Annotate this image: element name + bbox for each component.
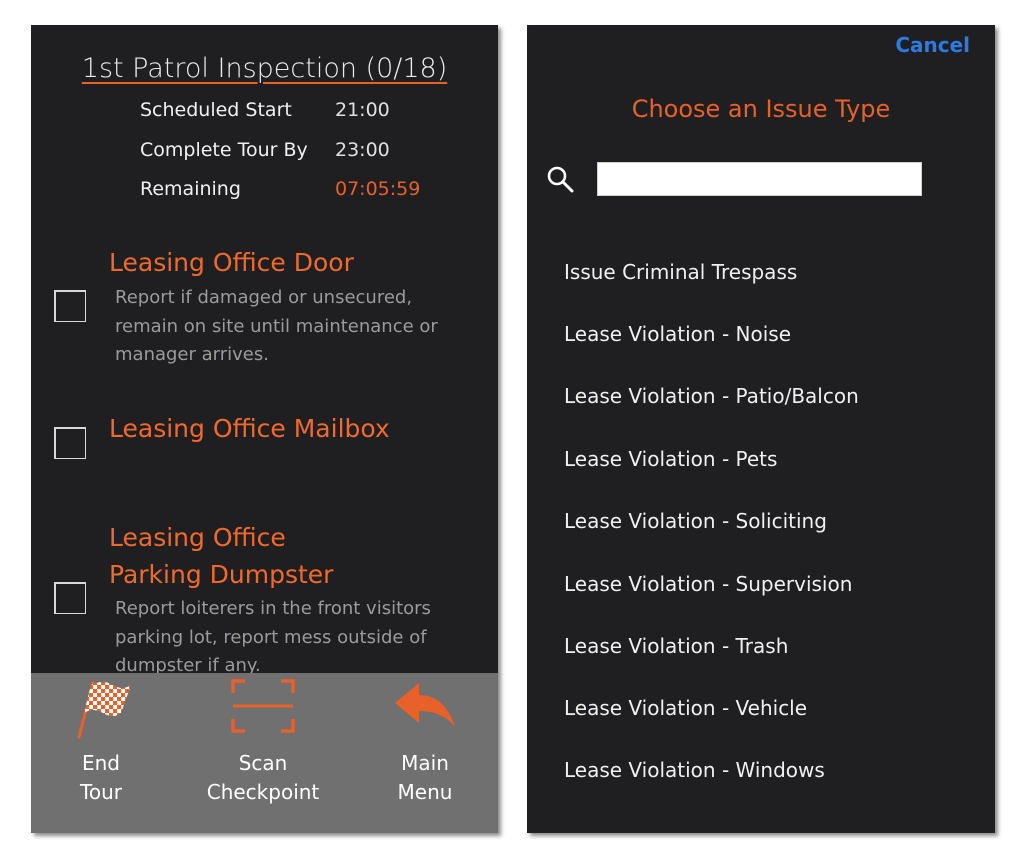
search-input[interactable] [597,162,922,196]
cancel-button[interactable]: Cancel [895,33,970,57]
end-tour-button[interactable]: End Tour [51,673,151,833]
checkpoint-checkbox[interactable] [54,427,86,459]
tour-screen: 1st Patrol Inspection (0/18) Scheduled S… [31,25,498,833]
issue-type-heading: Choose an Issue Type [631,95,891,123]
issue-type-item[interactable]: Lease Violation - Noise [564,322,791,346]
search-icon [546,165,574,197]
checkpoint-title[interactable]: Leasing Office Door [109,244,354,281]
main-menu-label: Main Menu [397,751,453,804]
issue-type-item[interactable]: Lease Violation - Pets [564,447,777,471]
complete-by-value: 23:00 [335,139,390,161]
remaining-label: Remaining [140,178,241,200]
checkpoint-title-line: Leasing Office [109,523,286,552]
scan-checkpoint-label: Scan Checkpoint [206,751,320,804]
checkpoint-title[interactable]: Leasing Office Parking Dumpster [109,519,333,593]
end-tour-label: End Tour [80,751,122,804]
checkpoint-title-line: Parking Dumpster [109,560,334,589]
scheduled-start-label: Scheduled Start [140,99,292,121]
main-menu-button[interactable]: Main Menu [375,673,475,833]
checkpoint-description: Report loiterers in the front visitors p… [115,598,431,676]
checkpoint-description: Report if damaged or unsecured, remain o… [115,287,438,365]
scan-checkpoint-button[interactable]: Scan Checkpoint [193,673,333,833]
issue-type-item[interactable]: Lease Violation - Vehicle [564,696,807,720]
scheduled-start-value: 21:00 [335,99,390,121]
remaining-value: 07:05:59 [335,178,421,200]
scan-frame-icon [231,679,295,741]
issue-type-item[interactable]: Lease Violation - Soliciting [564,509,827,533]
issue-type-screen: Cancel Choose an Issue Type Issue Crimin… [527,25,995,833]
issue-type-item[interactable]: Lease Violation - Windows [564,758,825,782]
checkered-flag-icon [69,677,133,749]
complete-by-label: Complete Tour By [140,139,308,161]
issue-type-item[interactable]: Lease Violation - Patio/Balcon [564,384,859,408]
issue-type-item[interactable]: Issue Criminal Trespass [564,260,797,284]
issue-type-item[interactable]: Lease Violation - Supervision [564,572,852,596]
checkpoint-title[interactable]: Leasing Office Mailbox [109,410,390,447]
bottom-toolbar: End Tour Scan Checkpoint Main Menu [31,673,498,833]
checkpoint-checkbox[interactable] [54,582,86,614]
checkpoint-checkbox[interactable] [54,290,86,322]
back-arrow-icon [393,681,457,741]
issue-type-item[interactable]: Lease Violation - Trash [564,634,788,658]
tour-title: 1st Patrol Inspection (0/18) [81,53,448,84]
